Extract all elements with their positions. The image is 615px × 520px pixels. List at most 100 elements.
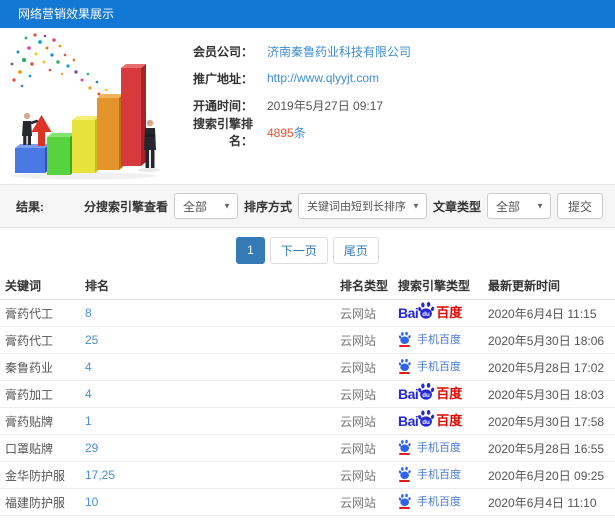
rank-type-cell: 云网站 bbox=[340, 333, 377, 348]
chevron-down-icon: ▼ bbox=[223, 201, 231, 211]
promo-url-row: 推广地址： http://www.qlyyjt.com bbox=[175, 65, 615, 91]
engine-filter-value: 全部 bbox=[182, 199, 207, 214]
engine-rank-value: 4895条 bbox=[267, 124, 306, 141]
table-row: 膏药代工 8 云网站 Bai du 百度 2020年6月4日 11:15 bbox=[0, 300, 615, 327]
rank-type-cell: 云网站 bbox=[340, 306, 377, 321]
rank-type-cell: 云网站 bbox=[340, 387, 377, 402]
filter-bar: 结果: 分搜索引擎查看 全部 ▼ 排序方式 关键词由短到长排序 ▼ 文章类型 全… bbox=[0, 184, 615, 228]
engine-cell: 手机百度 bbox=[398, 493, 488, 512]
table-row: 膏药代工 25 云网站 手机百度 2020年5月30日 18:06 bbox=[0, 327, 615, 354]
engine-cell: Bai du 百度 bbox=[398, 410, 488, 429]
col-updated: 最新更新时间 bbox=[488, 279, 561, 293]
keyword-cell: 金华防护服 bbox=[5, 468, 66, 483]
updated-cell: 2020年5月28日 16:55 bbox=[488, 441, 605, 456]
baidu-mobile-text: 手机百度 bbox=[417, 495, 461, 508]
baidu-mobile-logo[interactable]: 手机百度 bbox=[398, 331, 461, 347]
baidu-mobile-paw-icon bbox=[398, 331, 412, 347]
rank-link[interactable]: 4 bbox=[85, 360, 340, 374]
updated-cell: 2020年5月28日 17:02 bbox=[488, 360, 605, 375]
rank-link[interactable]: 17,25 bbox=[85, 468, 340, 482]
baidu-pc-logo[interactable]: Bai du 百度 bbox=[398, 383, 462, 401]
baidu-pc-logo[interactable]: Bai du 百度 bbox=[398, 410, 463, 429]
updated-cell: 2020年5月30日 17:58 bbox=[488, 414, 605, 429]
engine-cell: 手机百度 bbox=[398, 466, 488, 485]
rank-unit[interactable]: 条 bbox=[294, 126, 306, 140]
table-row: 膏药加工 4 云网站 Bai du 百度 2020年5月30日 18:03 bbox=[0, 381, 615, 408]
bar-red bbox=[121, 64, 146, 166]
keyword-cell: 膏药代工 bbox=[5, 306, 54, 321]
confetti-dots bbox=[10, 33, 116, 104]
table-row: 金华防护服 17,25 云网站 手机百度 2020年6月20日 09:25 bbox=[0, 462, 615, 489]
article-type-select[interactable]: 全部 ▼ bbox=[486, 193, 551, 219]
engine-cell: Bai du 百度 bbox=[398, 302, 488, 321]
sort-filter-label: 排序方式 bbox=[243, 199, 292, 214]
results-label: 结果: bbox=[16, 199, 44, 214]
table-row: 福建防护服 10 云网站 手机百度 2020年6月4日 11:10 bbox=[0, 489, 615, 516]
keyword-cell: 膏药代工 bbox=[5, 333, 54, 348]
baidu-bai-text: Bai bbox=[398, 304, 419, 321]
baidu-paw-icon: du bbox=[418, 302, 435, 319]
col-rank: 排名 bbox=[85, 279, 110, 293]
updated-cell: 2020年5月30日 18:06 bbox=[488, 333, 605, 348]
promo-url-label: 推广地址： bbox=[192, 71, 253, 86]
updated-cell: 2020年6月4日 11:10 bbox=[488, 495, 597, 510]
engine-cell: 手机百度 bbox=[398, 358, 488, 377]
sort-filter-select[interactable]: 关键词由短到长排序 ▼ bbox=[297, 193, 427, 219]
updated-cell: 2020年6月20日 09:25 bbox=[488, 468, 605, 483]
red-underline bbox=[399, 371, 410, 374]
svg-text:du: du bbox=[423, 419, 431, 426]
baidu-mobile-logo[interactable]: 手机百度 bbox=[398, 466, 461, 482]
growth-chart-graphic bbox=[10, 33, 160, 180]
submit-button[interactable]: 提交 bbox=[556, 193, 603, 219]
rank-link[interactable]: 10 bbox=[85, 495, 340, 509]
baidu-paw-icon: du bbox=[418, 383, 435, 400]
table-body: 膏药代工 8 云网站 Bai du 百度 2020年6月4日 11:15 膏药代… bbox=[0, 300, 615, 516]
updated-cell: 2020年6月4日 11:15 bbox=[488, 306, 597, 321]
article-type-value: 全部 bbox=[495, 199, 520, 214]
engine-filter-select[interactable]: 全部 ▼ bbox=[173, 193, 238, 219]
baidu-mobile-logo[interactable]: 手机百度 bbox=[398, 439, 461, 455]
engine-rank-label: 搜索引擎排名： bbox=[192, 117, 253, 148]
bar-yellow bbox=[72, 116, 100, 173]
marketing-report-page: 网络营销效果展示 会员公司： 济南秦鲁药业科技有限公司 推广地址： http:/… bbox=[0, 0, 615, 520]
filter-controls: 分搜索引擎查看 全部 ▼ 排序方式 关键词由短到长排序 ▼ 文章类型 全部 ▼ … bbox=[84, 193, 603, 219]
baidu-mobile-paw-icon bbox=[398, 493, 412, 509]
rank-count: 4895 bbox=[267, 125, 294, 140]
baidu-cn-text: 百度 bbox=[436, 305, 463, 321]
svg-text:du: du bbox=[423, 392, 431, 399]
open-time-label: 开通时间： bbox=[192, 98, 253, 113]
next-page-button[interactable]: 下一页 bbox=[269, 236, 328, 264]
baidu-pc-logo[interactable]: Bai du 百度 bbox=[398, 302, 463, 321]
baidu-bai-text: Bai bbox=[398, 412, 419, 429]
baidu-mobile-logo[interactable]: 手机百度 bbox=[398, 493, 461, 509]
rank-type-cell: 云网站 bbox=[340, 468, 377, 483]
col-engine-type: 搜索引擎类型 bbox=[398, 279, 471, 293]
rank-link[interactable]: 25 bbox=[85, 333, 340, 347]
keyword-cell: 秦鲁药业 bbox=[5, 360, 54, 375]
rank-link[interactable]: 4 bbox=[85, 387, 340, 401]
rank-type-cell: 云网站 bbox=[340, 495, 377, 510]
company-info-list: 会员公司： 济南秦鲁药业科技有限公司 推广地址： http://www.qlyy… bbox=[175, 28, 615, 184]
open-time-value: 2019年5月27日 09:17 bbox=[267, 98, 384, 113]
baidu-mobile-text: 手机百度 bbox=[417, 468, 461, 481]
bar-orange bbox=[97, 94, 124, 170]
keyword-cell: 膏药加工 bbox=[5, 387, 54, 402]
bar-green bbox=[47, 133, 75, 175]
last-page-button[interactable]: 尾页 bbox=[332, 236, 379, 264]
baidu-mobile-logo[interactable]: 手机百度 bbox=[398, 358, 461, 374]
baidu-cn-text: 百度 bbox=[436, 413, 463, 429]
baidu-mobile-text: 手机百度 bbox=[417, 333, 461, 346]
baidu-mobile-paw-icon bbox=[398, 358, 412, 374]
engine-cell: 手机百度 bbox=[398, 439, 488, 458]
rank-type-cell: 云网站 bbox=[340, 441, 377, 456]
keyword-cell: 口罩贴牌 bbox=[5, 441, 54, 456]
promo-url-link[interactable]: http://www.qlyyjt.com bbox=[267, 71, 379, 85]
svg-text:du: du bbox=[423, 311, 431, 318]
baidu-paw-icon: du bbox=[418, 410, 435, 427]
member-company-link[interactable]: 济南秦鲁药业科技有限公司 bbox=[267, 43, 411, 60]
page-1-button[interactable]: 1 bbox=[236, 236, 265, 264]
rank-link[interactable]: 1 bbox=[85, 414, 340, 428]
rank-link[interactable]: 29 bbox=[85, 441, 340, 455]
rank-link[interactable]: 8 bbox=[85, 306, 340, 320]
baidu-mobile-paw-icon bbox=[398, 466, 412, 482]
